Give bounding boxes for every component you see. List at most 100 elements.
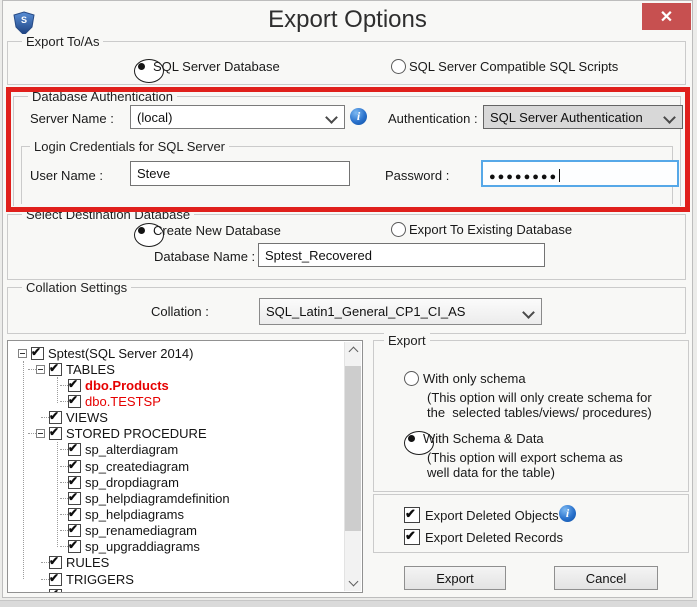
tree-item-label[interactable]: sp_renamediagram	[85, 523, 197, 538]
tree-item-dbo-products[interactable]: dbo.Products	[8, 377, 345, 393]
tree-item-label[interactable]: TRIGGERS	[66, 572, 134, 587]
server-name-dropdown[interactable]: (local)	[130, 105, 345, 129]
chevron-down-icon	[522, 306, 535, 319]
radio-export-existing-database[interactable]	[391, 222, 406, 237]
collation-label: Collation :	[151, 304, 209, 319]
tree-item-views[interactable]: VIEWS	[8, 409, 345, 426]
tree-stub	[41, 578, 49, 580]
tree-item-sp-alterdiagram[interactable]: sp_alterdiagram	[8, 441, 345, 458]
tree-checkbox[interactable]	[49, 361, 62, 376]
close-button[interactable]: ✕	[642, 3, 691, 30]
tree-checkbox[interactable]	[68, 538, 81, 554]
radio-label-export-existing-database[interactable]: Export To Existing Database	[409, 222, 572, 237]
tree-item-label[interactable]: sp_helpdiagrams	[85, 507, 184, 522]
tree-item-label[interactable]: VIEWS	[66, 410, 108, 425]
tree-item-sp-creatediagram[interactable]: sp_creatediagram	[8, 458, 345, 474]
tree-item-dbo-testsp[interactable]: dbo.TESTSP	[8, 393, 345, 409]
checkbox-export-deleted-records[interactable]	[404, 528, 420, 545]
database-name-label: Database Name :	[154, 249, 256, 264]
tree-item-label[interactable]: dbo.Products	[85, 378, 169, 393]
tree-stub	[28, 433, 36, 435]
scroll-down-arrow-icon[interactable]	[345, 575, 361, 591]
radio-label-create-new-database[interactable]: Create New Database	[153, 223, 281, 238]
tree-checkbox[interactable]	[49, 571, 62, 586]
user-name-label: User Name :	[30, 168, 103, 183]
schema-data-desc-line1: (This option will export schema as	[427, 450, 623, 465]
scroll-up-arrow-icon[interactable]	[345, 342, 361, 358]
deleted-objects-info-icon[interactable]: i	[559, 505, 576, 522]
checkbox-label-export-deleted-records[interactable]: Export Deleted Records	[425, 530, 563, 545]
tree-item-sp-helpdiagramdefinition[interactable]: sp_helpdiagramdefinition	[8, 490, 345, 506]
tree-scrollbar[interactable]	[344, 342, 361, 591]
tree-item-sp-helpdiagrams[interactable]: sp_helpdiagrams	[8, 506, 345, 522]
server-info-icon[interactable]: i	[350, 108, 367, 125]
group-label: Database Authentication	[28, 89, 177, 104]
radio-label-sql-compatible-scripts[interactable]: SQL Server Compatible SQL Scripts	[409, 59, 618, 74]
tree-item-sp-upgraddiagrams[interactable]: sp_upgraddiagrams	[8, 538, 345, 555]
user-name-field[interactable]: Steve	[130, 161, 350, 186]
tree-item-partial[interactable]	[8, 587, 345, 592]
radio-with-only-schema[interactable]	[404, 371, 419, 386]
tree-item-label[interactable]: dbo.TESTSP	[85, 394, 161, 409]
checkbox-export-deleted-objects[interactable]	[404, 506, 420, 523]
tree-checkbox[interactable]	[49, 425, 62, 441]
tree-item-label[interactable]: RULES	[66, 555, 109, 570]
collation-dropdown[interactable]: SQL_Latin1_General_CP1_CI_AS	[259, 298, 542, 325]
scrollbar-thumb[interactable]	[345, 366, 361, 531]
tree-item-sp-renamediagram[interactable]: sp_renamediagram	[8, 522, 345, 539]
tree-item-label[interactable]: STORED PROCEDURE	[66, 426, 207, 441]
tree-stub	[60, 481, 68, 483]
tree-item-root[interactable]: Sptest(SQL Server 2014)	[8, 345, 345, 361]
cancel-button[interactable]: Cancel	[554, 566, 658, 590]
authentication-dropdown[interactable]: SQL Server Authentication	[483, 105, 683, 129]
tree-item-label[interactable]: sp_alterdiagram	[85, 442, 178, 457]
tree-checkbox[interactable]	[49, 409, 62, 425]
tree-item-stored-procedure[interactable]: STORED PROCEDURE	[8, 425, 345, 442]
radio-label-sql-server-database[interactable]: SQL Server Database	[153, 59, 280, 74]
server-name-label: Server Name :	[30, 111, 114, 126]
collapse-icon[interactable]	[36, 364, 45, 374]
tree-item-label[interactable]: sp_creatediagram	[85, 459, 189, 474]
tree-item-label[interactable]: sp_upgraddiagrams	[85, 539, 200, 554]
tree-checkbox[interactable]	[68, 506, 81, 521]
collapse-icon[interactable]	[36, 429, 45, 439]
password-field[interactable]: ●●●●●●●●	[481, 160, 679, 187]
tree-item-label[interactable]: sp_dropdiagram	[85, 475, 179, 490]
group-label: Export To/As	[22, 34, 104, 49]
tree-stub	[60, 400, 68, 402]
tree-checkbox[interactable]	[68, 474, 81, 489]
user-name-value: Steve	[137, 166, 171, 181]
bottom-strip	[0, 600, 697, 607]
tree-checkbox[interactable]	[68, 377, 81, 392]
group-label: Collation Settings	[22, 280, 132, 295]
tree-checkbox[interactable]	[68, 522, 81, 538]
tree-item-rules[interactable]: RULES	[8, 554, 345, 571]
tree-item-tables[interactable]: TABLES	[8, 361, 345, 377]
authentication-value: SQL Server Authentication	[490, 110, 643, 125]
tree-item-label[interactable]: Sptest(SQL Server 2014)	[48, 346, 193, 361]
password-masked-value: ●●●●●●●●	[489, 171, 559, 183]
tree-item-label[interactable]: TABLES	[66, 362, 115, 377]
tree-item-triggers[interactable]: TRIGGERS	[8, 571, 345, 587]
collapse-icon[interactable]	[18, 348, 27, 358]
text-caret	[559, 169, 561, 182]
tree-item-sp-dropdiagram[interactable]: sp_dropdiagram	[8, 474, 345, 490]
tree-item-label[interactable]: sp_helpdiagramdefinition	[85, 491, 230, 506]
tree-checkbox[interactable]	[49, 587, 62, 592]
tree-stub	[60, 530, 68, 532]
tree-checkbox[interactable]	[68, 458, 81, 473]
export-button[interactable]: Export	[404, 566, 506, 590]
group-label: Select Destination Database	[22, 207, 195, 222]
database-name-field[interactable]: Sptest_Recovered	[258, 243, 545, 267]
info-glyph: i	[356, 109, 361, 123]
radio-label-with-only-schema[interactable]: With only schema	[423, 371, 526, 386]
radio-label-with-schema-and-data[interactable]: With Schema & Data	[423, 431, 544, 446]
tree-checkbox[interactable]	[68, 393, 81, 408]
export-button-label: Export	[436, 570, 474, 586]
tree-checkbox[interactable]	[68, 441, 81, 457]
tree-checkbox[interactable]	[31, 345, 44, 360]
checkbox-label-export-deleted-objects[interactable]: Export Deleted Objects	[425, 508, 559, 523]
tree-checkbox[interactable]	[68, 490, 81, 505]
radio-sql-compatible-scripts[interactable]	[391, 59, 406, 74]
tree-checkbox[interactable]	[49, 554, 62, 570]
